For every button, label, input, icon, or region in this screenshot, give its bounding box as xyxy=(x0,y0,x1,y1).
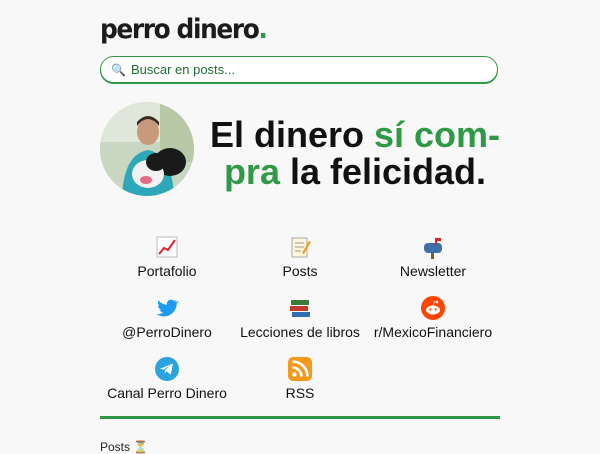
search-icon: 🔍 xyxy=(111,62,126,77)
link-label: Posts xyxy=(282,263,318,279)
link-lecciones[interactable]: Lecciones de libros xyxy=(233,296,367,340)
link-portafolio[interactable]: Portafolio xyxy=(100,235,234,279)
link-posts[interactable]: Posts xyxy=(233,235,367,279)
link-label: Lecciones de libros xyxy=(240,324,360,340)
link-reddit[interactable]: r/MexicoFinanciero xyxy=(366,296,500,340)
link-label: Canal Perro Dinero xyxy=(107,385,227,401)
avatar xyxy=(100,102,194,196)
memo-icon xyxy=(291,237,311,258)
link-telegram[interactable]: Canal Perro Dinero xyxy=(100,357,234,401)
posts-heading-label: Posts xyxy=(100,440,131,454)
brand-name: perro dinero xyxy=(100,14,260,45)
telegram-icon xyxy=(155,357,179,381)
hero-headline: El dinero sí com-pra la felicidad. xyxy=(205,116,505,190)
hero-part-c: pra xyxy=(223,151,280,192)
books-icon xyxy=(290,300,310,317)
section-divider xyxy=(100,416,500,419)
link-label: Newsletter xyxy=(399,263,467,279)
site-logo[interactable]: perro dinero. xyxy=(100,14,268,45)
hero-part-a: El dinero xyxy=(209,114,374,155)
brand-dot: . xyxy=(258,14,267,45)
twitter-icon xyxy=(156,299,179,317)
posts-heading: Posts ⏳ xyxy=(100,440,148,454)
link-label: r/MexicoFinanciero xyxy=(373,324,493,340)
search-bar: 🔍 xyxy=(100,56,498,83)
reddit-icon xyxy=(421,296,445,320)
mailbox-icon xyxy=(424,238,442,259)
search-input[interactable] xyxy=(130,62,471,77)
hourglass-icon: ⏳ xyxy=(133,440,149,454)
link-twitter[interactable]: @PerroDinero xyxy=(100,296,234,340)
rss-icon xyxy=(288,357,312,381)
link-label: @PerroDinero xyxy=(122,324,212,340)
link-label: RSS xyxy=(285,385,315,401)
chart-icon xyxy=(156,236,178,258)
link-label: Portafolio xyxy=(137,263,197,279)
link-newsletter[interactable]: Newsletter xyxy=(366,235,500,279)
link-rss[interactable]: RSS xyxy=(233,357,367,401)
hero-part-b: sí com- xyxy=(373,114,501,155)
hero-part-d: la felicidad. xyxy=(279,151,487,192)
